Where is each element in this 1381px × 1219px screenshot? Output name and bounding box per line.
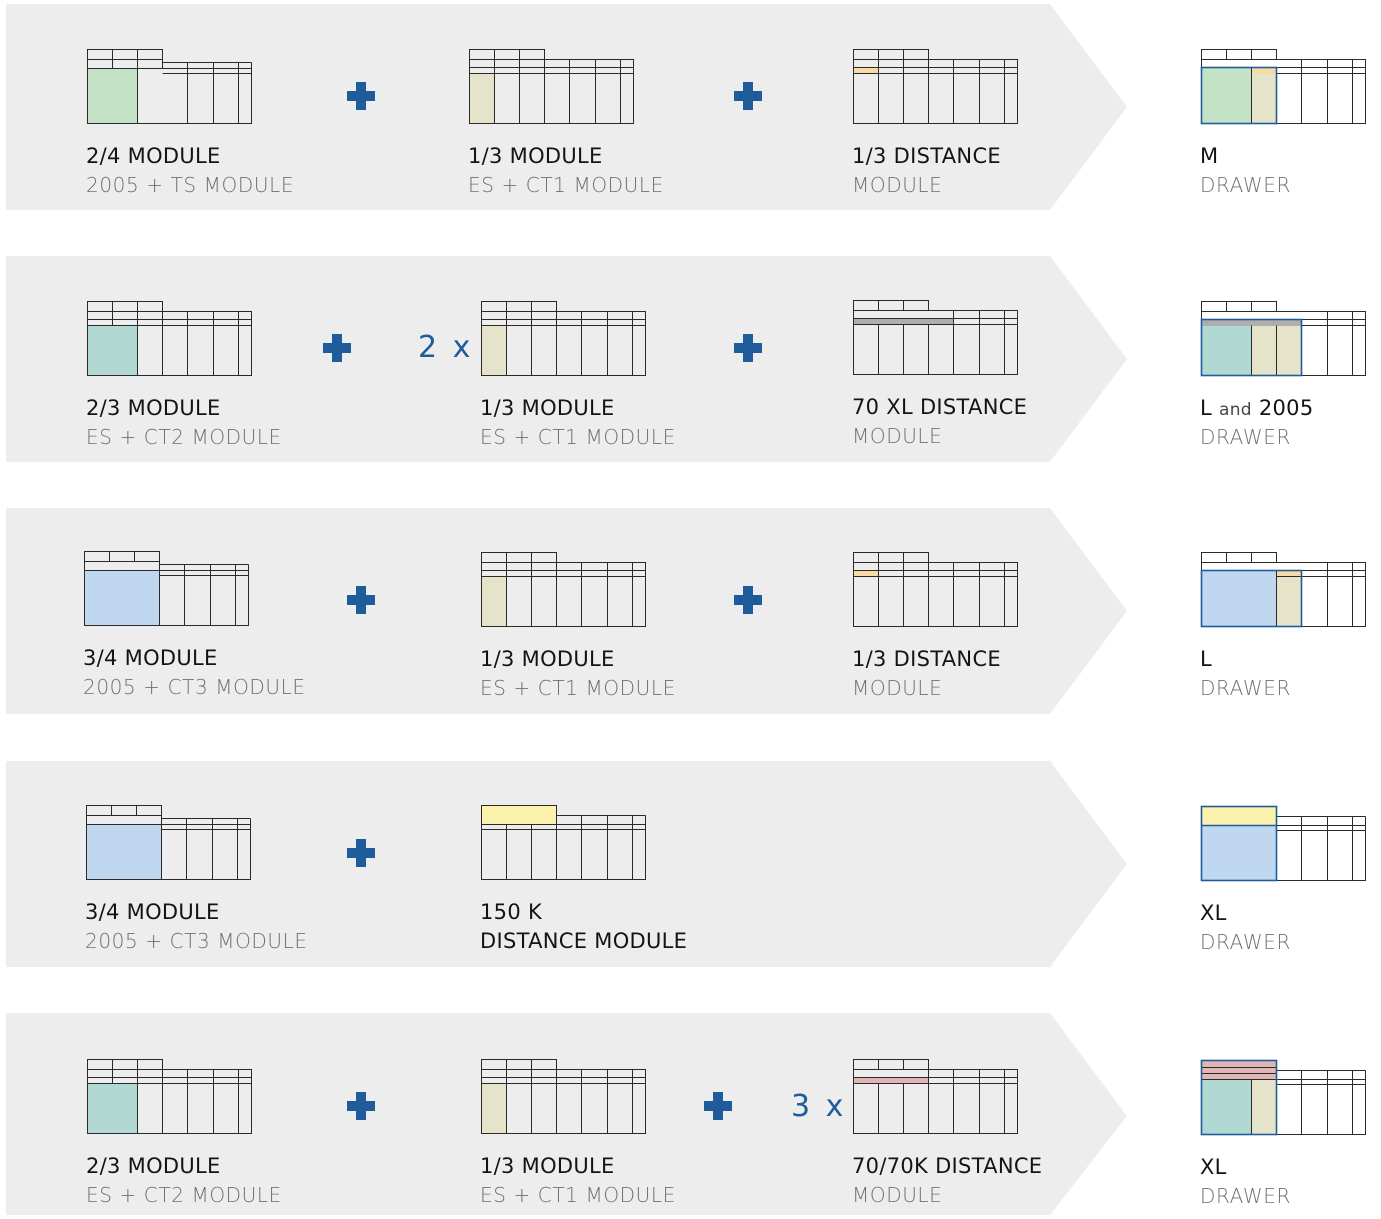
combination-row-xl-70k: 2/3 MODULE ES + CT2 MODULE 1/3 MODULE ES… xyxy=(0,1013,1381,1219)
plus-icon xyxy=(734,586,762,614)
drawer-title: XL xyxy=(1200,1155,1227,1179)
module-diagram-1-3 xyxy=(481,552,646,627)
drawer-diagram-xl xyxy=(1200,805,1366,882)
module-title: 1/3 DISTANCE xyxy=(852,647,1001,671)
module-subtitle: ES + CT2 MODULE xyxy=(86,425,282,449)
module-diagram-150k-distance xyxy=(481,805,646,880)
combination-row-xl: 3/4 MODULE 2005 + CT3 MODULE 150 K DISTA… xyxy=(0,761,1381,967)
module-title: 1/3 MODULE xyxy=(480,647,615,671)
drawer-title: L xyxy=(1200,647,1212,671)
module-title: 1/3 MODULE xyxy=(468,144,603,168)
plus-icon xyxy=(323,334,351,362)
drawer-title-type: 2005 xyxy=(1258,396,1314,420)
module-diagram-1-3 xyxy=(469,49,634,124)
module-diagram-2-3 xyxy=(87,1059,252,1134)
module-subtitle: MODULE xyxy=(852,173,943,197)
module-subtitle: MODULE xyxy=(852,1183,943,1207)
module-title: 2/3 MODULE xyxy=(86,1154,221,1178)
module-subtitle: ES + CT1 MODULE xyxy=(468,173,664,197)
module-title: 150 K xyxy=(480,900,543,924)
module-diagram-70xl-distance xyxy=(853,300,1018,375)
module-title: 70/70K DISTANCE xyxy=(852,1154,1043,1178)
module-title: 2/4 MODULE xyxy=(86,144,221,168)
drawer-diagram-xl-70k xyxy=(1200,1059,1366,1136)
plus-icon xyxy=(347,82,375,110)
drawer-subtitle: DRAWER xyxy=(1200,676,1291,700)
module-subtitle: 2005 + TS MODULE xyxy=(86,173,295,197)
combination-row-m: 2/4 MODULE 2005 + TS MODULE 1/3 MODULE E… xyxy=(0,4,1381,210)
module-title: 3/4 MODULE xyxy=(83,646,218,670)
drawer-title-size: L xyxy=(1200,396,1212,420)
module-subtitle: DISTANCE MODULE xyxy=(480,929,688,953)
plus-icon xyxy=(347,839,375,867)
module-diagram-2-3 xyxy=(87,301,252,376)
module-subtitle: ES + CT1 MODULE xyxy=(480,425,676,449)
module-subtitle: ES + CT1 MODULE xyxy=(480,1183,676,1207)
module-title: 3/4 MODULE xyxy=(85,900,220,924)
multiplier-label: 2 x xyxy=(418,330,474,365)
module-subtitle: ES + CT1 MODULE xyxy=(480,676,676,700)
module-subtitle: 2005 + CT3 MODULE xyxy=(83,675,306,699)
module-diagram-3-4 xyxy=(84,551,249,626)
module-diagram-3-4 xyxy=(86,805,251,880)
module-diagram-1-3 xyxy=(481,301,646,376)
drawer-subtitle: DRAWER xyxy=(1200,930,1291,954)
plus-icon xyxy=(734,82,762,110)
module-subtitle: ES + CT2 MODULE xyxy=(86,1183,282,1207)
plus-icon xyxy=(347,1092,375,1120)
module-subtitle: MODULE xyxy=(852,424,943,448)
drawer-subtitle: DRAWER xyxy=(1200,425,1291,449)
plus-icon xyxy=(347,586,375,614)
module-diagram-distance xyxy=(853,552,1018,627)
module-title: 1/3 DISTANCE xyxy=(852,144,1001,168)
combination-row-l: 3/4 MODULE 2005 + CT3 MODULE 1/3 MODULE … xyxy=(0,508,1381,714)
drawer-title-and: and xyxy=(1218,400,1252,420)
drawer-diagram-l-2005 xyxy=(1200,301,1366,377)
module-diagram-1-3 xyxy=(481,1059,646,1134)
module-diagram-2-4 xyxy=(87,49,252,124)
drawer-subtitle: DRAWER xyxy=(1200,173,1291,197)
module-title: 1/3 MODULE xyxy=(480,1154,615,1178)
drawer-title: L and 2005 xyxy=(1200,396,1314,420)
module-diagram-distance xyxy=(853,49,1018,124)
plus-icon xyxy=(734,334,762,362)
drawer-diagram-m xyxy=(1200,49,1366,125)
module-title: 70 XL DISTANCE xyxy=(852,395,1028,419)
module-title: 2/3 MODULE xyxy=(86,396,221,420)
drawer-title: M xyxy=(1200,144,1219,168)
combination-row-l-2005: 2/3 MODULE ES + CT2 MODULE 2 x 1/3 MODUL… xyxy=(0,256,1381,462)
module-title: 1/3 MODULE xyxy=(480,396,615,420)
module-diagram-70-70k-distance xyxy=(853,1059,1018,1134)
module-subtitle: MODULE xyxy=(852,676,943,700)
multiplier-label: 3 x xyxy=(791,1089,847,1124)
drawer-subtitle: DRAWER xyxy=(1200,1184,1291,1208)
drawer-title: XL xyxy=(1200,901,1227,925)
module-subtitle: 2005 + CT3 MODULE xyxy=(85,929,308,953)
drawer-diagram-l xyxy=(1200,552,1366,628)
plus-icon xyxy=(704,1092,732,1120)
